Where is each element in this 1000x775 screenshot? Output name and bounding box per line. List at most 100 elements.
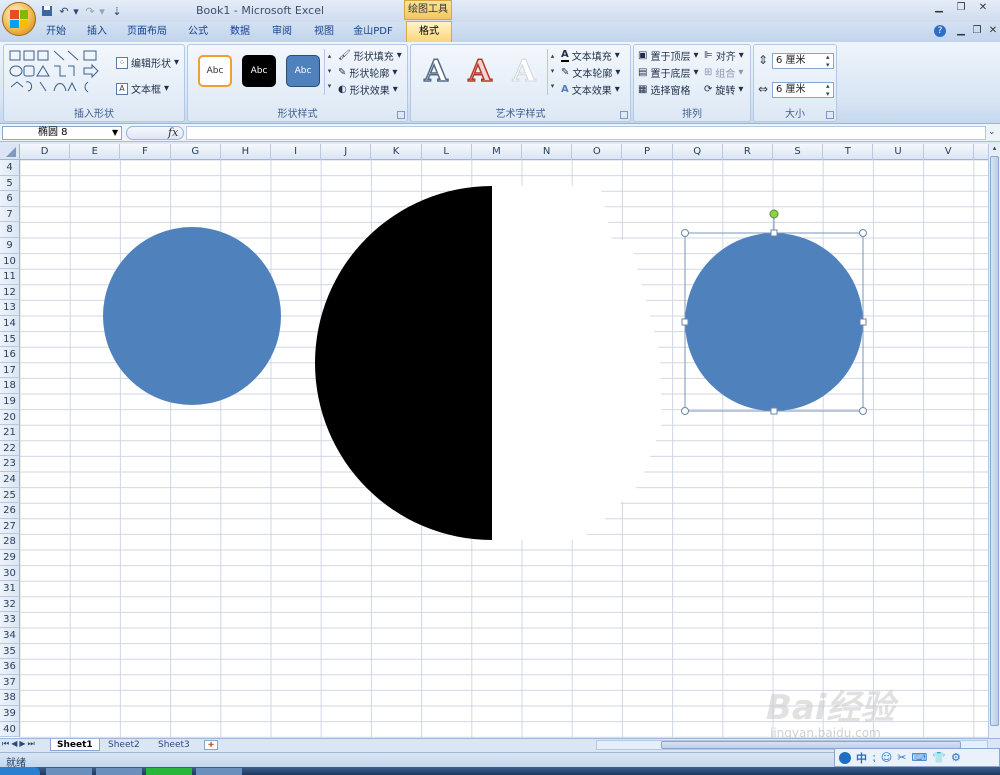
send-back-icon: ▤ [638,67,648,78]
tab-data[interactable]: 数据 [222,24,258,40]
white-half-shape[interactable] [492,186,662,540]
chevron-down-icon[interactable]: ▼ [112,128,118,137]
emoji-icon[interactable]: ☺ [881,751,892,764]
group-size: ⇕ 6 厘米 ▴ ▾ ⇔ 6 厘米 ▴ ▾ 大小 [753,44,837,122]
wordart-style-white[interactable]: A [507,53,541,89]
group-wordart-styles: A A A ▴ ▾ ▾ A 文本填充 ▾ ✎ 文本轮廓 ▾ A 文本效果 ▾ 艺术字样式 [410,44,631,122]
taskbar-item[interactable] [96,768,142,775]
tab-home[interactable]: 开始 [38,24,74,40]
ime-language[interactable]: 中 [856,750,867,766]
dialog-launcher-icon[interactable] [397,111,405,119]
gallery-scroll[interactable]: ▴ ▾ ▾ [547,49,557,95]
group-button[interactable]: ⊞ 组合 ▾ [704,65,743,80]
scissors-icon[interactable]: ✂ [897,751,906,764]
align-button[interactable]: ⊫ 对齐 ▾ [704,48,744,63]
wordart-style-red[interactable]: A [463,53,497,90]
taskbar-item[interactable] [196,768,242,775]
dialog-launcher-icon[interactable] [826,111,834,119]
insert-function-button[interactable]: fx [168,126,178,139]
shape-style-blue[interactable]: Abc [286,55,320,87]
windows-taskbar [0,767,1000,775]
text-box-button[interactable]: A 文本框 ▾ [116,81,169,96]
black-half-circle[interactable] [315,186,492,540]
shape-fill-button[interactable]: 🖌 形状填充 ▾ [338,48,402,63]
group-insert-shapes: ⁘ 编辑形状 ▾ A 文本框 ▾ 插入形状 [3,44,185,122]
group-arrange: ▣ 置于顶层 ▾ ▤ 置于底层 ▾ ▦ 选择窗格 ⊫ 对齐 ▾ ⊞ 组合 ▾ ⟳ 旋转 ▾ 排列 [633,44,751,122]
office-logo-icon [10,10,28,28]
tab-formulas[interactable]: 公式 [180,24,216,40]
shape-style-orange-outline[interactable]: Abc [198,55,232,87]
dialog-launcher-icon[interactable] [620,111,628,119]
align-icon: ⊫ [704,50,713,61]
tab-kingsoft-pdf[interactable]: 金山PDF [348,24,398,40]
formula-input[interactable] [186,126,986,140]
paint-bucket-icon: 🖌 [338,50,351,61]
sheet-tab-sheet1[interactable]: Sheet1 [50,739,100,751]
edit-shape-button[interactable]: ⁘ 编辑形状 ▾ [116,55,179,70]
group-label: 形状样式 [277,109,318,120]
shape-width-input[interactable]: 6 厘米 [772,82,834,98]
blue-circle-selected[interactable] [685,233,863,411]
punctuation-icon[interactable]: ⁏ [872,751,876,764]
keyboard-icon[interactable]: ⌨ [911,751,927,764]
baidu-watermark: Bai经验 [766,688,895,728]
shape-style-black[interactable]: Abc [242,55,276,87]
text-fill-icon: A [561,49,569,62]
ime-toolbar[interactable]: 中 ⁏ ☺ ✂ ⌨ 👕 ⚙ [834,748,1000,767]
start-button[interactable] [0,767,40,775]
tab-format[interactable]: 格式 [406,21,452,42]
scroll-thumb [990,156,999,726]
skin-icon[interactable]: 👕 [932,751,946,764]
group-shape-styles: Abc Abc Abc ▴ ▾ ▾ 🖌 形状填充 ▾ ✎ 形状轮廓 ▾ ◐ 形状效果 ▾ 形状样… [187,44,408,122]
bring-to-front-button[interactable]: ▣ 置于顶层 ▾ [638,48,698,63]
wordart-style-outline[interactable]: A [419,53,453,90]
send-to-back-button[interactable]: ▤ 置于底层 ▾ [638,65,698,80]
vertical-scrollbar[interactable]: ▴ [988,144,1000,738]
drawing-tools-context: 绘图工具 [404,0,452,20]
close-icon[interactable]: ✕ [972,2,994,16]
edit-shape-icon: ⁘ [116,56,128,69]
tab-view[interactable]: 视图 [306,24,342,40]
spin-arrows-icon[interactable]: ▴ ▾ [826,53,830,69]
tab-page-layout[interactable]: 页面布局 [122,24,172,40]
taskbar-item[interactable] [46,768,92,775]
group-label: 大小 [785,109,805,120]
effects-icon: ◐ [338,84,347,95]
gallery-scroll[interactable]: ▴ ▾ ▾ [324,49,334,95]
rotate-icon: ⟳ [704,84,713,95]
shapes-gallery[interactable] [8,49,108,97]
rotate-handle[interactable] [769,209,779,219]
text-fill-button[interactable]: A 文本填充 ▾ [561,48,620,63]
tab-review[interactable]: 审阅 [264,24,300,40]
help-icon[interactable]: ? [934,25,946,37]
shape-effects-button[interactable]: ◐ 形状效果 ▾ [338,82,398,97]
tab-insert[interactable]: 插入 [80,24,114,40]
sheet-nav-icons[interactable]: ⏮◀▶⏭ [2,739,37,749]
restore-icon[interactable]: ❐ [950,2,972,16]
shape-width-icon: ⇔ [758,82,769,96]
selection-pane-button[interactable]: ▦ 选择窗格 [638,82,690,97]
taskbar-item[interactable] [146,768,192,775]
rotate-button[interactable]: ⟳ 旋转 ▾ [704,82,743,97]
name-box[interactable]: 椭圆 8 [2,126,122,140]
text-outline-button[interactable]: ✎ 文本轮廓 ▾ [561,65,620,80]
shapes-layer [103,186,867,540]
pencil-icon: ✎ [338,67,347,78]
minimize-icon[interactable]: ▁ [928,2,950,16]
spin-arrows-icon[interactable]: ▴ ▾ [826,82,830,98]
bring-front-icon: ▣ [638,50,648,61]
office-button[interactable] [2,2,36,36]
shape-outline-button[interactable]: ✎ 形状轮廓 ▾ [338,65,397,80]
shape-height-icon: ⇕ [758,53,769,67]
shape-height-input[interactable]: 6 厘米 [772,53,834,69]
selection-pane-icon: ▦ [638,84,648,95]
text-effects-button[interactable]: A 文本效果 ▾ [561,82,620,97]
sheet-tab-sheet3[interactable]: Sheet3 [152,739,196,751]
expand-formula-bar-icon[interactable]: ⌄ [988,127,996,137]
blue-circle-left[interactable] [103,227,281,405]
close-icon[interactable]: ✕ [982,25,1000,39]
insert-sheet-icon[interactable]: ✚ [204,740,218,750]
sheet-tab-sheet2[interactable]: Sheet2 [102,739,146,751]
gear-icon[interactable]: ⚙ [951,751,961,764]
scroll-up-icon: ▴ [992,144,997,152]
